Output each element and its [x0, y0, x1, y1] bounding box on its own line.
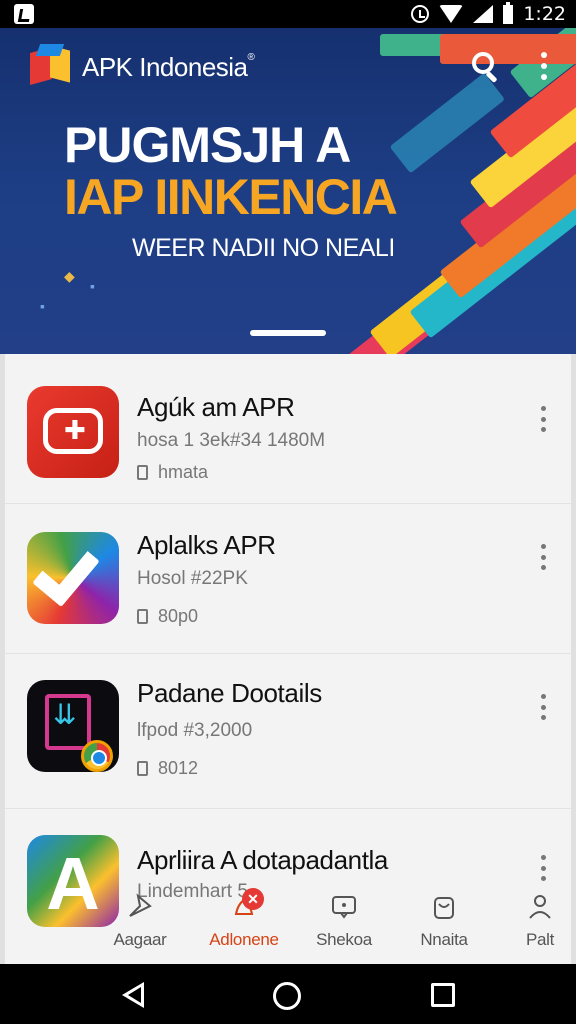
- bottom-nav: Aagaar ✕ Adlonene Shekoa Nnaita Palt: [0, 886, 576, 964]
- home-icon[interactable]: [273, 982, 301, 1010]
- banner-tagline: WEER NADII NO NEALI: [132, 234, 395, 262]
- tab-label: Palt: [525, 930, 555, 949]
- banner-headline: PUGMSJH A: [64, 117, 351, 173]
- notification-badge: ✕: [242, 888, 264, 910]
- tab-shekoa[interactable]: Shekoa: [294, 886, 394, 964]
- app-meta: 8012: [137, 758, 198, 779]
- storage-icon: [137, 465, 148, 480]
- app-title: Aprliira A dotapadantla: [137, 845, 388, 875]
- logo-icon: [28, 44, 72, 88]
- more-vert-icon[interactable]: [539, 544, 547, 570]
- tab-nnaita[interactable]: Nnaita: [394, 886, 494, 964]
- app-title-text: APK Indonesia: [82, 52, 248, 82]
- app-subtitle: lfpod #3,2000: [137, 720, 253, 741]
- list-item[interactable]: Agúk am APR hosa 1 3ek#34 1480M hmata: [5, 354, 571, 504]
- banner-decoration: ◆: [64, 268, 75, 284]
- list-item[interactable]: Aplalks APR Hosol #22PK 80p0: [5, 504, 571, 654]
- banner-decoration: ▪: [90, 278, 95, 294]
- status-time: 1:22: [523, 3, 566, 25]
- red-gamepad-icon: [27, 386, 119, 478]
- send-icon: [129, 893, 152, 917]
- hero-banner[interactable]: ◆ ▪ ▪ APK Indonesia® PUGMSJH A IAP IINKE…: [0, 28, 576, 354]
- banner-stripe: [389, 72, 506, 174]
- checkmark-icon: [27, 532, 119, 624]
- more-vert-icon[interactable]: [540, 52, 548, 80]
- app-meta: hmata: [137, 462, 208, 483]
- app-title: Padane Dootails: [137, 678, 322, 708]
- storage-icon: [137, 761, 148, 776]
- wifi-icon: [439, 5, 464, 23]
- list-item[interactable]: ⇊ Padane Dootails lfpod #3,2000 8012: [5, 654, 571, 809]
- carousel-indicator[interactable]: [250, 330, 326, 336]
- more-vert-icon[interactable]: [539, 406, 547, 432]
- app-subtitle: hosa 1 3ek#34 1480M: [137, 430, 326, 451]
- tab-aagaar[interactable]: Aagaar: [90, 886, 190, 964]
- back-icon[interactable]: [122, 982, 144, 1008]
- tab-label: Nnaita: [420, 930, 468, 949]
- person-icon: [529, 895, 551, 919]
- app-title-mark: ®: [247, 52, 255, 63]
- notification-icon: [14, 4, 34, 24]
- status-icons: 1:22: [411, 1, 566, 25]
- alarm-icon: [411, 5, 430, 23]
- tab-adlonene[interactable]: ✕ Adlonene: [194, 886, 294, 964]
- system-nav-bar: [0, 964, 576, 1024]
- bag-icon: [434, 897, 454, 919]
- tab-label: Adlonene: [209, 930, 279, 949]
- status-bar: 1:22: [0, 0, 576, 28]
- app-meta-text: 8012: [158, 758, 199, 778]
- banner-subheadline: IAP IINKENCIA: [64, 169, 398, 225]
- app-meta-text: hmata: [158, 462, 209, 482]
- download-doc-icon: ⇊: [27, 680, 119, 772]
- banner-stripe: [440, 34, 576, 64]
- app-subtitle: Hosol #22PK: [137, 568, 248, 589]
- signal-icon: [473, 5, 494, 23]
- more-vert-icon[interactable]: [539, 855, 547, 881]
- search-icon[interactable]: [470, 50, 500, 84]
- app-list: Agúk am APR hosa 1 3ek#34 1480M hmata Ap…: [0, 354, 576, 964]
- more-vert-icon[interactable]: [539, 694, 547, 720]
- storage-icon: [137, 609, 148, 624]
- tab-label: Aagaar: [113, 930, 167, 949]
- app-meta: 80p0: [137, 606, 198, 627]
- recents-icon[interactable]: [431, 983, 455, 1007]
- app-title: APK Indonesia®: [82, 52, 255, 83]
- app-title: Agúk am APR: [137, 392, 295, 422]
- tab-palt[interactable]: Palt: [490, 886, 576, 964]
- battery-icon: [503, 1, 514, 24]
- tab-label: Shekoa: [316, 930, 372, 949]
- banner-decoration: ▪: [40, 298, 45, 314]
- chat-icon: [332, 896, 356, 919]
- app-title: Aplalks APR: [137, 530, 276, 560]
- app-meta-text: 80p0: [158, 606, 199, 626]
